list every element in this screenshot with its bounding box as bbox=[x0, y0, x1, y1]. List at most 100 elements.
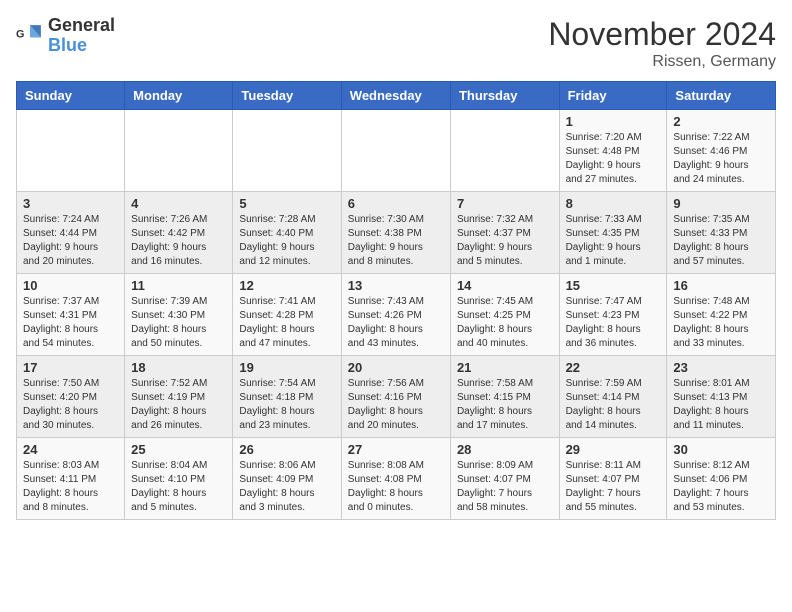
logo-text: General Blue bbox=[48, 16, 115, 56]
day-info: Sunrise: 7:24 AM Sunset: 4:44 PM Dayligh… bbox=[23, 213, 118, 269]
logo-icon: G bbox=[16, 22, 44, 50]
day-info: Sunrise: 7:48 AM Sunset: 4:22 PM Dayligh… bbox=[673, 295, 769, 351]
calendar-cell: 27 Sunrise: 8:08 AM Sunset: 4:08 PM Dayli… bbox=[341, 438, 450, 520]
calendar-cell: 26 Sunrise: 8:06 AM Sunset: 4:09 PM Dayli… bbox=[233, 438, 341, 520]
calendar-cell: 22Sunrise: 7:59 AM Sunset: 4:14 PM Dayli… bbox=[559, 356, 667, 438]
calendar-cell: 4 Sunrise: 7:26 AM Sunset: 4:42 PM Daylig… bbox=[125, 192, 233, 274]
calendar-cell: 11 Sunrise: 7:39 AM Sunset: 4:30 PM Dayli… bbox=[125, 274, 233, 356]
day-number: 15 bbox=[566, 278, 661, 293]
logo: G General Blue bbox=[16, 16, 115, 56]
weekday-header-row: SundayMondayTuesdayWednesdayThursdayFrid… bbox=[17, 82, 776, 110]
calendar-week-row: 1 Sunrise: 7:20 AM Sunset: 4:48 PM Daylig… bbox=[17, 110, 776, 192]
calendar-cell: 25Sunrise: 8:04 AM Sunset: 4:10 PM Dayli… bbox=[125, 438, 233, 520]
day-number: 8 bbox=[566, 196, 661, 211]
day-info: Sunrise: 7:22 AM Sunset: 4:46 PM Dayligh… bbox=[673, 131, 769, 187]
day-number: 7 bbox=[457, 196, 553, 211]
day-number: 19 bbox=[239, 360, 334, 375]
day-number: 16 bbox=[673, 278, 769, 293]
day-info: Sunrise: 7:43 AM Sunset: 4:26 PM Dayligh… bbox=[348, 295, 444, 351]
calendar-cell: 2Sunrise: 7:22 AM Sunset: 4:46 PM Daylig… bbox=[667, 110, 776, 192]
weekday-header-monday: Monday bbox=[125, 82, 233, 110]
calendar-cell: 14 Sunrise: 7:45 AM Sunset: 4:25 PM Dayli… bbox=[450, 274, 559, 356]
day-info: Sunrise: 7:54 AM Sunset: 4:18 PM Dayligh… bbox=[239, 377, 334, 433]
calendar-cell: 24Sunrise: 8:03 AM Sunset: 4:11 PM Dayli… bbox=[17, 438, 125, 520]
weekday-header-wednesday: Wednesday bbox=[341, 82, 450, 110]
day-info: Sunrise: 8:11 AM Sunset: 4:07 PM Dayligh… bbox=[566, 459, 661, 515]
day-number: 5 bbox=[239, 196, 334, 211]
day-info: Sunrise: 7:59 AM Sunset: 4:14 PM Dayligh… bbox=[566, 377, 661, 433]
day-info: Sunrise: 8:04 AM Sunset: 4:10 PM Dayligh… bbox=[131, 459, 226, 515]
calendar-cell: 5 Sunrise: 7:28 AM Sunset: 4:40 PM Daylig… bbox=[233, 192, 341, 274]
day-info: Sunrise: 7:39 AM Sunset: 4:30 PM Dayligh… bbox=[131, 295, 226, 351]
day-number: 30 bbox=[673, 442, 769, 457]
day-info: Sunrise: 8:01 AM Sunset: 4:13 PM Dayligh… bbox=[673, 377, 769, 433]
day-number: 24 bbox=[23, 442, 118, 457]
location-title: Rissen, Germany bbox=[548, 53, 776, 71]
calendar-cell: 7 Sunrise: 7:32 AM Sunset: 4:37 PM Daylig… bbox=[450, 192, 559, 274]
day-number: 21 bbox=[457, 360, 553, 375]
day-info: Sunrise: 7:33 AM Sunset: 4:35 PM Dayligh… bbox=[566, 213, 661, 269]
day-info: Sunrise: 7:32 AM Sunset: 4:37 PM Dayligh… bbox=[457, 213, 553, 269]
weekday-header-thursday: Thursday bbox=[450, 82, 559, 110]
calendar-cell: 29Sunrise: 8:11 AM Sunset: 4:07 PM Dayli… bbox=[559, 438, 667, 520]
day-number: 17 bbox=[23, 360, 118, 375]
calendar-cell bbox=[125, 110, 233, 192]
calendar-cell bbox=[341, 110, 450, 192]
day-number: 23 bbox=[673, 360, 769, 375]
page-header: G General Blue November 2024 Rissen, Ger… bbox=[16, 16, 776, 71]
day-info: Sunrise: 7:37 AM Sunset: 4:31 PM Dayligh… bbox=[23, 295, 118, 351]
day-info: Sunrise: 7:26 AM Sunset: 4:42 PM Dayligh… bbox=[131, 213, 226, 269]
day-info: Sunrise: 8:08 AM Sunset: 4:08 PM Dayligh… bbox=[348, 459, 444, 515]
day-number: 20 bbox=[348, 360, 444, 375]
day-info: Sunrise: 7:20 AM Sunset: 4:48 PM Dayligh… bbox=[566, 131, 661, 187]
calendar-cell bbox=[450, 110, 559, 192]
weekday-header-saturday: Saturday bbox=[667, 82, 776, 110]
day-info: Sunrise: 8:09 AM Sunset: 4:07 PM Dayligh… bbox=[457, 459, 553, 515]
day-number: 9 bbox=[673, 196, 769, 211]
calendar-cell: 28Sunrise: 8:09 AM Sunset: 4:07 PM Dayli… bbox=[450, 438, 559, 520]
day-info: Sunrise: 7:58 AM Sunset: 4:15 PM Dayligh… bbox=[457, 377, 553, 433]
day-number: 26 bbox=[239, 442, 334, 457]
day-info: Sunrise: 8:06 AM Sunset: 4:09 PM Dayligh… bbox=[239, 459, 334, 515]
weekday-header-sunday: Sunday bbox=[17, 82, 125, 110]
day-number: 6 bbox=[348, 196, 444, 211]
svg-text:G: G bbox=[16, 29, 24, 41]
day-info: Sunrise: 7:30 AM Sunset: 4:38 PM Dayligh… bbox=[348, 213, 444, 269]
day-info: Sunrise: 7:45 AM Sunset: 4:25 PM Dayligh… bbox=[457, 295, 553, 351]
calendar-cell bbox=[17, 110, 125, 192]
day-number: 11 bbox=[131, 278, 226, 293]
weekday-header-friday: Friday bbox=[559, 82, 667, 110]
day-info: Sunrise: 7:35 AM Sunset: 4:33 PM Dayligh… bbox=[673, 213, 769, 269]
calendar-cell: 13 Sunrise: 7:43 AM Sunset: 4:26 PM Dayli… bbox=[341, 274, 450, 356]
calendar-cell: 17 Sunrise: 7:50 AM Sunset: 4:20 PM Dayli… bbox=[17, 356, 125, 438]
day-info: Sunrise: 7:50 AM Sunset: 4:20 PM Dayligh… bbox=[23, 377, 118, 433]
calendar-cell: 16 Sunrise: 7:48 AM Sunset: 4:22 PM Dayli… bbox=[667, 274, 776, 356]
calendar-week-row: 24Sunrise: 8:03 AM Sunset: 4:11 PM Dayli… bbox=[17, 438, 776, 520]
calendar-cell: 10 Sunrise: 7:37 AM Sunset: 4:31 PM Dayli… bbox=[17, 274, 125, 356]
calendar-week-row: 3Sunrise: 7:24 AM Sunset: 4:44 PM Daylig… bbox=[17, 192, 776, 274]
calendar-cell: 12 Sunrise: 7:41 AM Sunset: 4:28 PM Dayli… bbox=[233, 274, 341, 356]
day-number: 14 bbox=[457, 278, 553, 293]
calendar-cell: 21 Sunrise: 7:58 AM Sunset: 4:15 PM Dayli… bbox=[450, 356, 559, 438]
day-info: Sunrise: 7:56 AM Sunset: 4:16 PM Dayligh… bbox=[348, 377, 444, 433]
day-number: 13 bbox=[348, 278, 444, 293]
day-info: Sunrise: 8:12 AM Sunset: 4:06 PM Dayligh… bbox=[673, 459, 769, 515]
calendar-cell: 30 Sunrise: 8:12 AM Sunset: 4:06 PM Dayli… bbox=[667, 438, 776, 520]
calendar-cell: 15Sunrise: 7:47 AM Sunset: 4:23 PM Dayli… bbox=[559, 274, 667, 356]
calendar-cell: 18Sunrise: 7:52 AM Sunset: 4:19 PM Dayli… bbox=[125, 356, 233, 438]
calendar-cell: 9 Sunrise: 7:35 AM Sunset: 4:33 PM Daylig… bbox=[667, 192, 776, 274]
title-area: November 2024 Rissen, Germany bbox=[548, 16, 776, 71]
weekday-header-tuesday: Tuesday bbox=[233, 82, 341, 110]
day-number: 1 bbox=[566, 114, 661, 129]
day-number: 10 bbox=[23, 278, 118, 293]
day-number: 27 bbox=[348, 442, 444, 457]
day-info: Sunrise: 7:28 AM Sunset: 4:40 PM Dayligh… bbox=[239, 213, 334, 269]
day-number: 12 bbox=[239, 278, 334, 293]
calendar-cell: 1 Sunrise: 7:20 AM Sunset: 4:48 PM Daylig… bbox=[559, 110, 667, 192]
calendar-cell: 8 Sunrise: 7:33 AM Sunset: 4:35 PM Daylig… bbox=[559, 192, 667, 274]
calendar-cell: 6 Sunrise: 7:30 AM Sunset: 4:38 PM Daylig… bbox=[341, 192, 450, 274]
day-number: 4 bbox=[131, 196, 226, 211]
calendar-week-row: 17 Sunrise: 7:50 AM Sunset: 4:20 PM Dayli… bbox=[17, 356, 776, 438]
day-info: Sunrise: 7:41 AM Sunset: 4:28 PM Dayligh… bbox=[239, 295, 334, 351]
calendar-week-row: 10 Sunrise: 7:37 AM Sunset: 4:31 PM Dayli… bbox=[17, 274, 776, 356]
